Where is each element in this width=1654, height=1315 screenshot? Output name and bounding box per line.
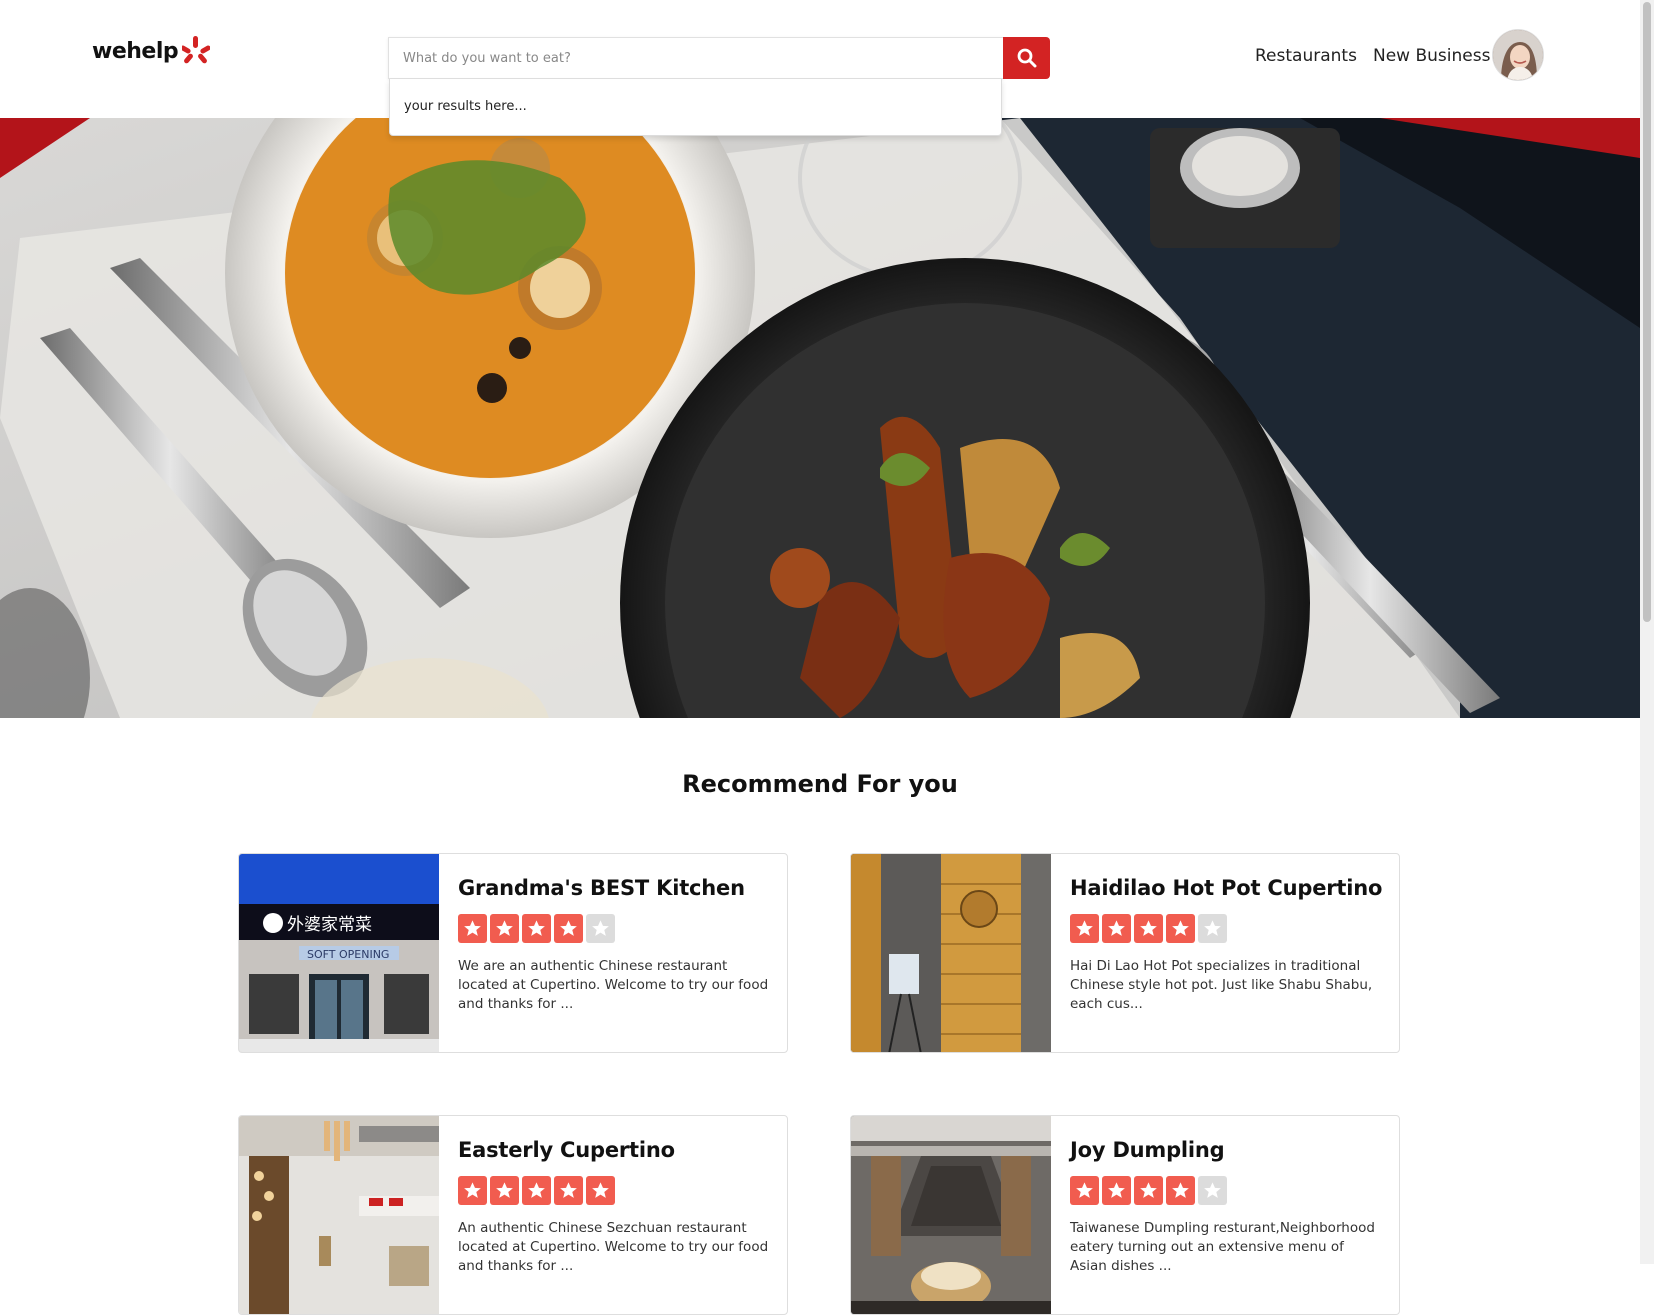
star-filled-icon — [1102, 914, 1131, 943]
restaurant-description: Taiwanese Dumpling resturant,Neighborhoo… — [1070, 1220, 1375, 1274]
hero-food-illustration — [0, 118, 1640, 718]
logo-burst-icon — [182, 36, 211, 64]
photo-banner-text: SOFT OPENING — [307, 948, 389, 961]
restaurant-description: We are an authentic Chinese restaurant l… — [458, 958, 769, 1012]
restaurant-card[interactable]: Joy Dumpling Taiwanese Dumpling resturan… — [850, 1115, 1400, 1315]
star-rating — [1070, 914, 1381, 943]
star-filled-icon — [554, 1176, 583, 1205]
nav-restaurants-link[interactable]: Restaurants — [1255, 46, 1357, 66]
user-avatar[interactable] — [1493, 30, 1543, 80]
search-bar — [388, 37, 1050, 79]
photo-sign-text: 外婆家常菜 — [287, 915, 372, 935]
star-filled-icon — [1070, 914, 1099, 943]
restaurant-card[interactable]: Easterly Cupertino An authentic Chinese … — [238, 1115, 788, 1315]
star-rating — [458, 1176, 769, 1205]
star-rating — [458, 914, 769, 943]
restaurant-card[interactable]: 外婆家常菜 SOFT OPENING Grandma's BEST Kitche… — [238, 853, 788, 1053]
hero-image — [0, 118, 1640, 718]
star-filled-icon — [586, 1176, 615, 1205]
search-results-placeholder: your results here... — [404, 99, 527, 114]
star-filled-icon — [458, 1176, 487, 1205]
restaurant-photo: 外婆家常菜 SOFT OPENING — [239, 854, 439, 1052]
search-results-dropdown: your results here... — [389, 79, 1002, 136]
star-filled-icon — [522, 1176, 551, 1205]
restaurant-photo — [851, 1116, 1051, 1314]
star-empty-icon — [586, 914, 615, 943]
star-empty-icon — [1198, 1176, 1227, 1205]
star-filled-icon — [490, 914, 519, 943]
restaurant-name[interactable]: Easterly Cupertino — [458, 1138, 769, 1162]
restaurant-card[interactable]: Haidilao Hot Pot Cupertino Hai Di Lao Ho… — [850, 853, 1400, 1053]
restaurant-description: Hai Di Lao Hot Pot specializes in tradit… — [1070, 958, 1373, 1012]
restaurant-info: Haidilao Hot Pot Cupertino Hai Di Lao Ho… — [1070, 854, 1382, 1014]
star-filled-icon — [1134, 914, 1163, 943]
search-input[interactable] — [388, 37, 1003, 79]
star-filled-icon — [458, 914, 487, 943]
restaurant-name[interactable]: Grandma's BEST Kitchen — [458, 876, 769, 900]
star-filled-icon — [490, 1176, 519, 1205]
restaurant-photo — [239, 1116, 439, 1314]
restaurant-info: Joy Dumpling Taiwanese Dumpling resturan… — [1070, 1116, 1381, 1276]
star-filled-icon — [1134, 1176, 1163, 1205]
restaurant-description: An authentic Chinese Sezchuan restaurant… — [458, 1220, 769, 1274]
section-title: Recommend For you — [682, 770, 958, 798]
logo-text: wehelp — [92, 38, 179, 64]
star-rating — [1070, 1176, 1381, 1205]
star-filled-icon — [1166, 1176, 1195, 1205]
page-scrollbar[interactable] — [1640, 0, 1654, 1264]
star-empty-icon — [1198, 914, 1227, 943]
nav-new-business-link[interactable]: New Business — [1373, 46, 1490, 66]
search-icon — [1017, 48, 1036, 68]
avatar-photo — [1493, 30, 1543, 80]
restaurant-name[interactable]: Joy Dumpling — [1070, 1138, 1381, 1162]
restaurant-name[interactable]: Haidilao Hot Pot Cupertino — [1070, 876, 1382, 900]
star-filled-icon — [1102, 1176, 1131, 1205]
scrollbar-thumb[interactable] — [1643, 2, 1651, 622]
star-filled-icon — [522, 914, 551, 943]
search-button[interactable] — [1003, 37, 1050, 79]
star-filled-icon — [1070, 1176, 1099, 1205]
restaurant-info: Grandma's BEST Kitchen We are an authent… — [458, 854, 769, 1014]
star-filled-icon — [554, 914, 583, 943]
star-filled-icon — [1166, 914, 1195, 943]
restaurant-photo — [851, 854, 1051, 1052]
logo[interactable]: wehelp — [92, 34, 211, 68]
restaurant-info: Easterly Cupertino An authentic Chinese … — [458, 1116, 769, 1276]
